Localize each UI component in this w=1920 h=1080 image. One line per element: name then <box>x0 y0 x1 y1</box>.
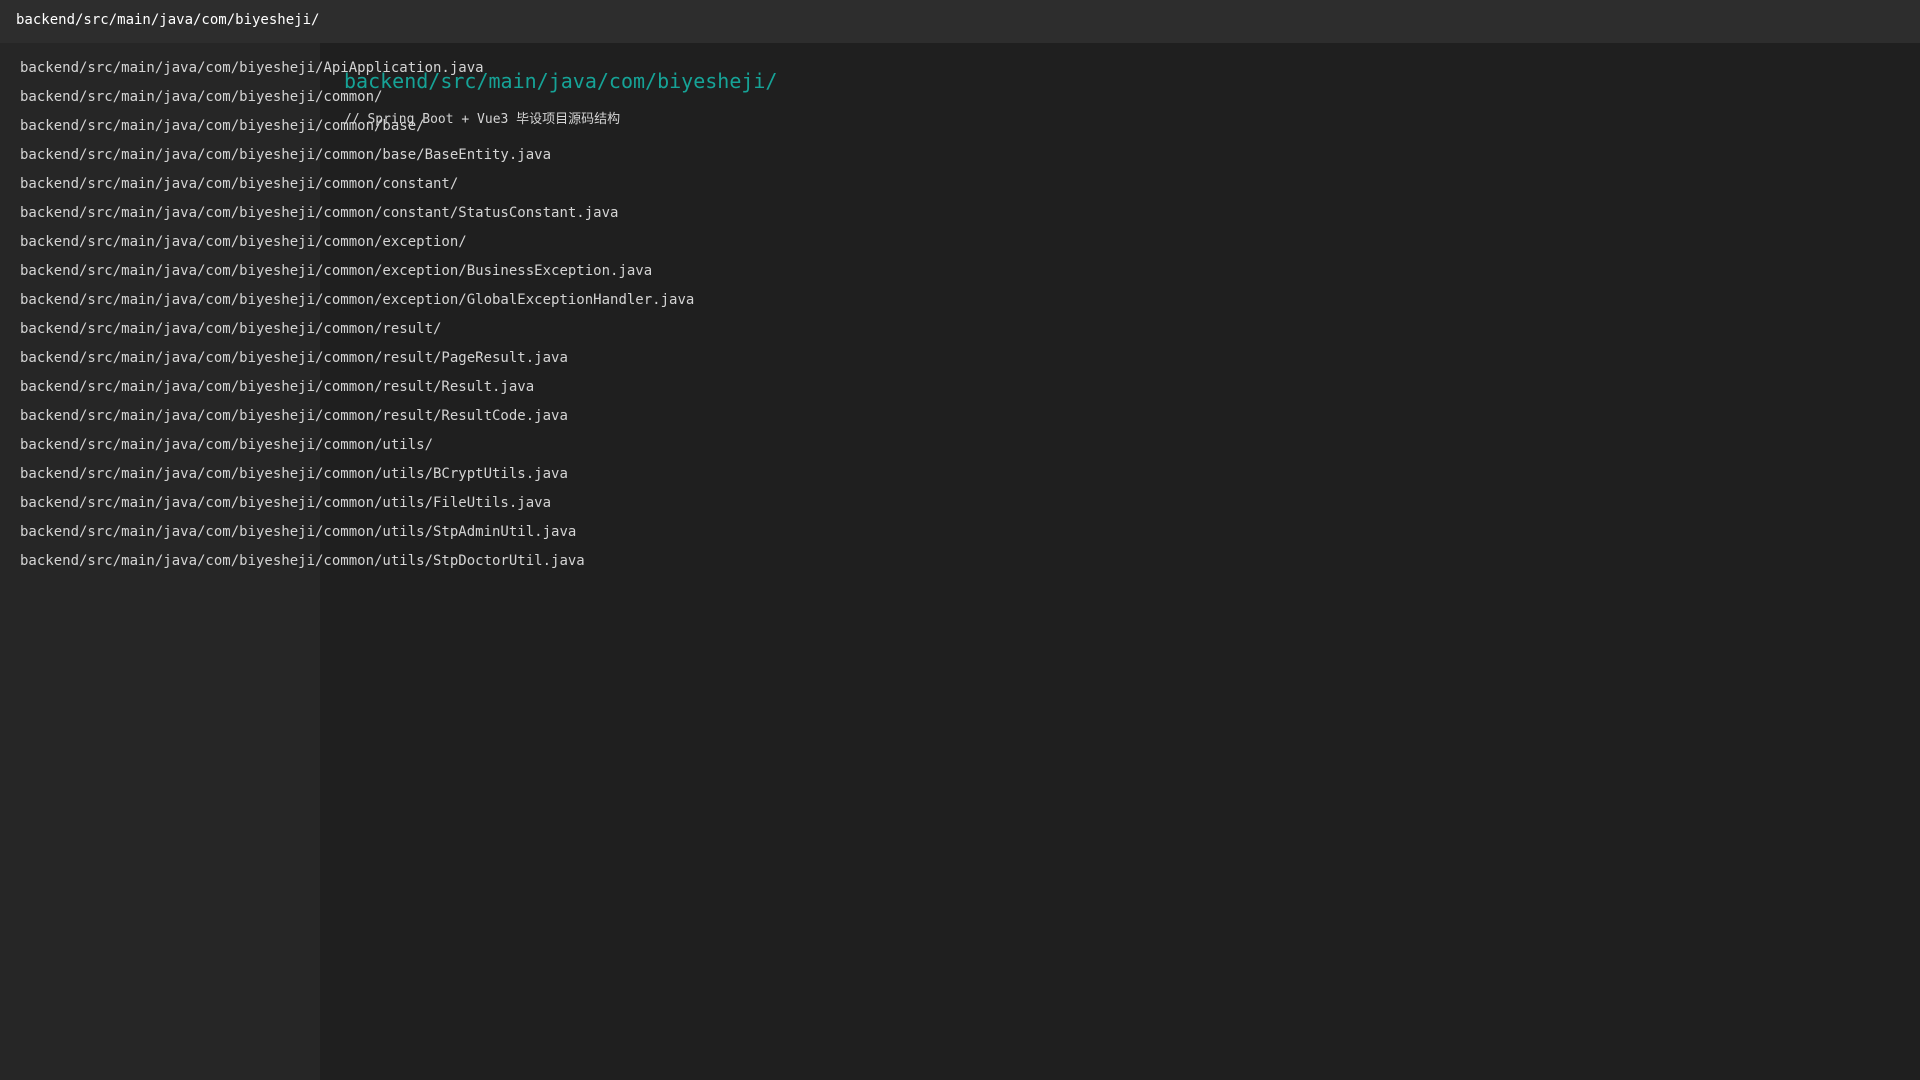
file-item-result-code[interactable]: backend/src/main/java/com/biyesheji/comm… <box>20 404 694 433</box>
file-item-base-entity[interactable]: backend/src/main/java/com/biyesheji/comm… <box>20 143 694 172</box>
file-item-result[interactable]: backend/src/main/java/com/biyesheji/comm… <box>20 375 694 404</box>
file-item-stp-admin-util[interactable]: backend/src/main/java/com/biyesheji/comm… <box>20 520 694 549</box>
folder-item-constant[interactable]: backend/src/main/java/com/biyesheji/comm… <box>20 172 694 201</box>
file-item-global-exception-handler[interactable]: backend/src/main/java/com/biyesheji/comm… <box>20 288 694 317</box>
file-item-bcrypt-utils[interactable]: backend/src/main/java/com/biyesheji/comm… <box>20 462 694 491</box>
folder-item-base[interactable]: backend/src/main/java/com/biyesheji/comm… <box>20 114 694 143</box>
file-item-api-application[interactable]: backend/src/main/java/com/biyesheji/ApiA… <box>20 56 694 85</box>
folder-item-utils[interactable]: backend/src/main/java/com/biyesheji/comm… <box>20 433 694 462</box>
file-item-file-utils[interactable]: backend/src/main/java/com/biyesheji/comm… <box>20 491 694 520</box>
window-titlebar: backend/src/main/java/com/biyesheji/ <box>0 0 1920 43</box>
file-list: backend/src/main/java/com/biyesheji/ApiA… <box>20 56 694 578</box>
file-item-status-constant[interactable]: backend/src/main/java/com/biyesheji/comm… <box>20 201 694 230</box>
file-item-business-exception[interactable]: backend/src/main/java/com/biyesheji/comm… <box>20 259 694 288</box>
folder-item-exception[interactable]: backend/src/main/java/com/biyesheji/comm… <box>20 230 694 259</box>
file-item-stp-doctor-util[interactable]: backend/src/main/java/com/biyesheji/comm… <box>20 549 694 578</box>
window-title: backend/src/main/java/com/biyesheji/ <box>16 12 320 28</box>
file-item-page-result[interactable]: backend/src/main/java/com/biyesheji/comm… <box>20 346 694 375</box>
folder-item-common[interactable]: backend/src/main/java/com/biyesheji/comm… <box>20 85 694 114</box>
folder-item-result[interactable]: backend/src/main/java/com/biyesheji/comm… <box>20 317 694 346</box>
